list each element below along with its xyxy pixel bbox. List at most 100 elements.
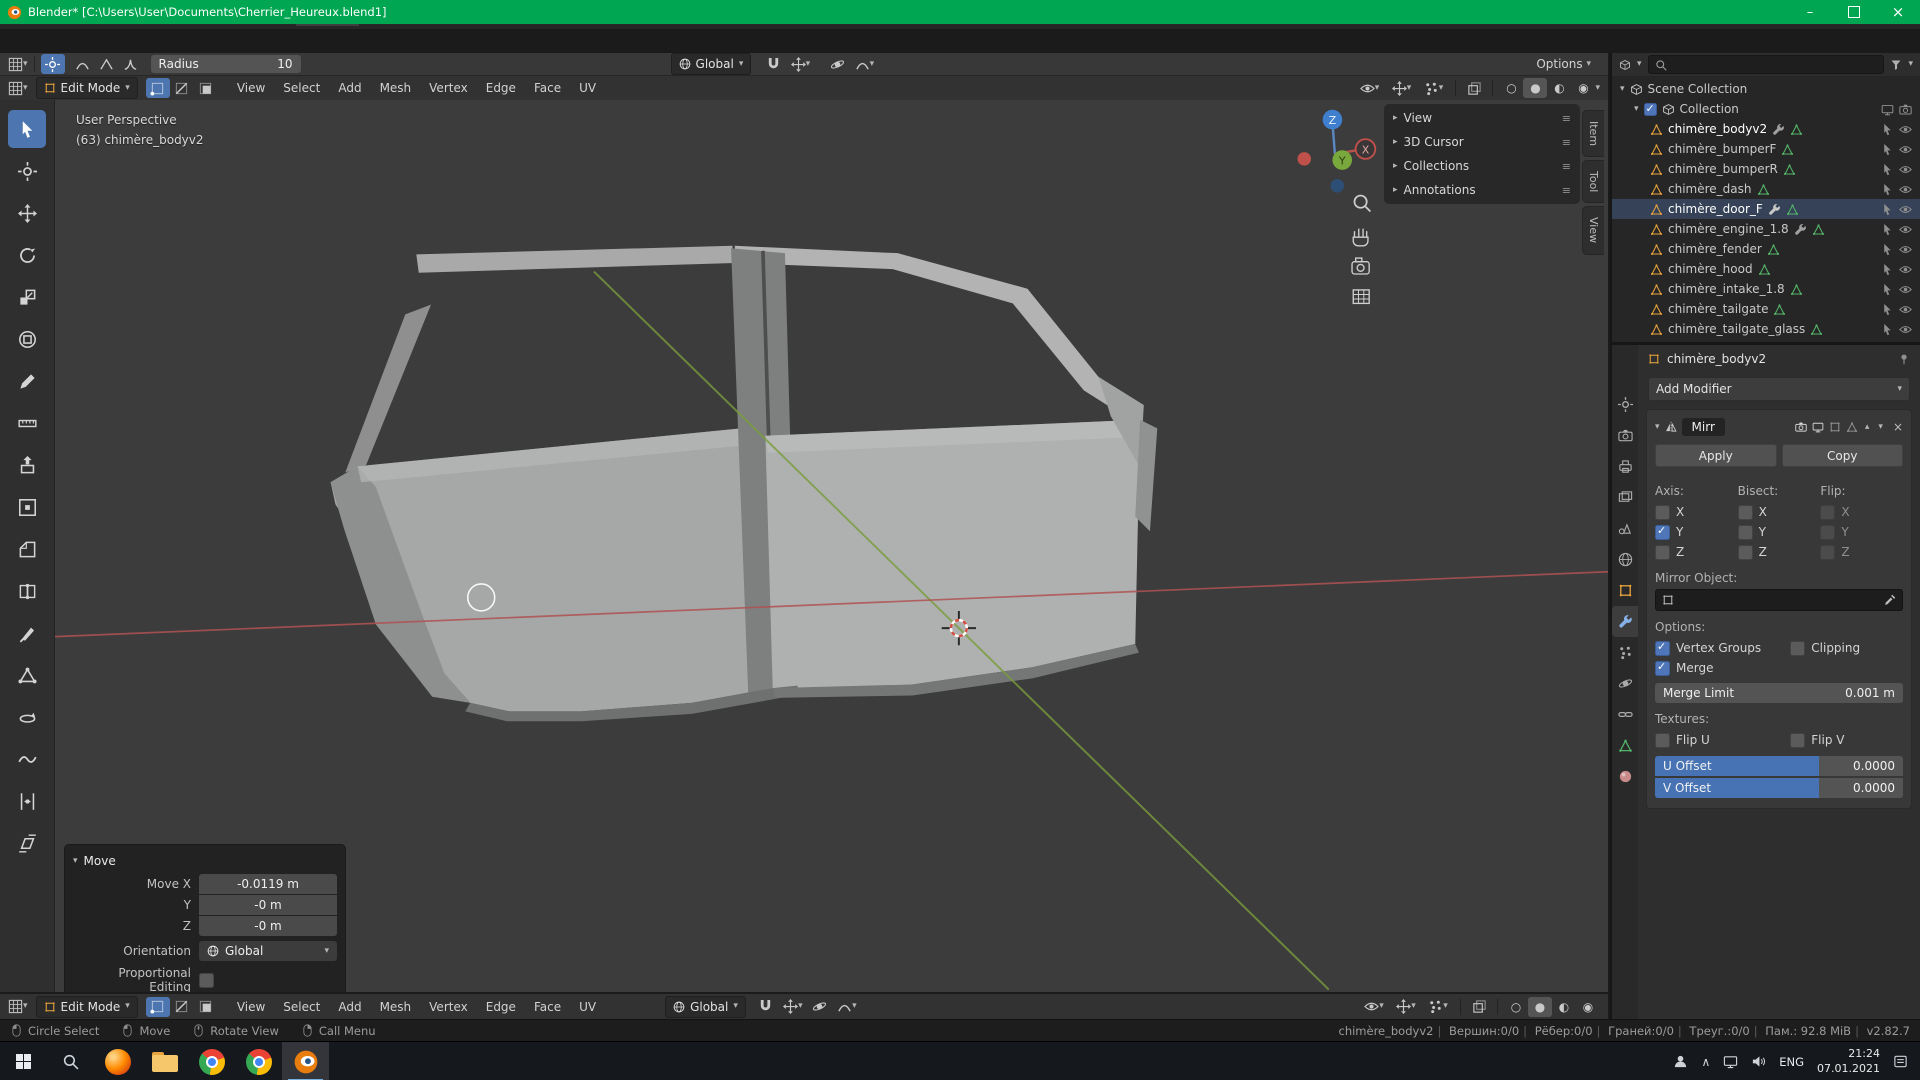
flip-z-checkbox[interactable] [1820, 545, 1835, 560]
camera-view-icon[interactable] [1352, 258, 1369, 274]
tool-measure-icon[interactable] [8, 404, 46, 442]
hide-eye-icon[interactable] [1899, 283, 1912, 296]
modifier-render-toggle[interactable] [1795, 421, 1807, 433]
move-up-icon[interactable]: ▴ [1863, 423, 1872, 432]
select-mode-edge-button[interactable] [170, 78, 194, 98]
outliner-item-dash[interactable]: chimère_dash [1612, 179, 1920, 199]
select-mode-vertex-button[interactable] [146, 78, 170, 98]
hide-eye-icon[interactable] [1899, 263, 1912, 276]
hide-eye-icon[interactable] [1899, 223, 1912, 236]
taskbar-explorer-icon[interactable] [141, 1042, 188, 1080]
menu-vertex[interactable]: Vertex [420, 994, 477, 1019]
outliner-item-bodyv2[interactable]: chimère_bodyv2 [1612, 119, 1920, 139]
apply-button[interactable]: Apply [1655, 444, 1777, 467]
selectable-icon[interactable] [1881, 203, 1894, 216]
taskbar-chrome2-icon[interactable] [235, 1042, 282, 1080]
outliner-row-collection[interactable]: ▾ Collection [1612, 99, 1920, 119]
tool-edge-slide-icon[interactable] [8, 782, 46, 820]
modifier-wrench-icon[interactable] [1768, 203, 1781, 216]
eyedropper-icon[interactable] [1884, 594, 1896, 606]
outliner-item-engine[interactable]: chimère_engine_1.8 [1612, 219, 1920, 239]
taskbar-blender-icon[interactable] [282, 1042, 329, 1080]
volume-icon[interactable] [1751, 1054, 1766, 1069]
npanel-section-collections[interactable]: ▸Collections≡ [1384, 154, 1580, 178]
outliner-item-bumperf[interactable]: chimère_bumperF [1612, 139, 1920, 159]
tool-inset-icon[interactable] [8, 488, 46, 526]
menu-uv[interactable]: UV [570, 76, 605, 100]
tool-settings-editor-icon[interactable] [8, 57, 23, 72]
selectable-icon[interactable] [1881, 163, 1894, 176]
hide-eye-icon[interactable] [1899, 203, 1912, 216]
outliner-editor-icon[interactable] [1619, 59, 1631, 71]
hide-eye-icon[interactable] [1899, 123, 1912, 136]
merge-limit-field[interactable]: Merge Limit 0.001 m [1655, 683, 1903, 703]
outliner-search-box[interactable] [1648, 55, 1885, 74]
camera-icon[interactable] [1899, 103, 1912, 116]
menu-select[interactable]: Select [274, 994, 329, 1019]
selectable-icon[interactable] [1881, 323, 1894, 336]
merge-checkbox[interactable] [1655, 661, 1670, 676]
minimize-button[interactable]: – [1788, 0, 1832, 24]
shading-solid-button[interactable]: ● [1528, 997, 1552, 1017]
taskbar-search-icon[interactable] [47, 1042, 94, 1080]
menu-mesh[interactable]: Mesh [371, 76, 421, 100]
selectable-icon[interactable] [1881, 283, 1894, 296]
overlays-dropdown[interactable]: ▾ [1417, 78, 1449, 98]
menu-add[interactable]: Add [329, 76, 370, 100]
gizmos-dropdown[interactable]: ▾ [1385, 78, 1417, 98]
object-visibility-dropdown[interactable]: ▾ [1358, 997, 1390, 1017]
outliner-item-door-f[interactable]: chimère_door_F [1612, 199, 1920, 219]
falloff-dome-button[interactable] [71, 54, 95, 74]
tool-smooth-icon[interactable] [8, 740, 46, 778]
maximize-button[interactable] [1832, 0, 1876, 24]
taskbar-firefox-icon[interactable] [94, 1042, 141, 1080]
tool-extrude-icon[interactable] [8, 446, 46, 484]
hide-eye-icon[interactable] [1899, 303, 1912, 316]
shading-solid-button[interactable]: ● [1523, 78, 1547, 98]
tab-object[interactable] [1612, 575, 1638, 606]
active-tool-circle-select-icon[interactable] [41, 54, 65, 74]
tab-view-layer[interactable] [1612, 482, 1638, 513]
menu-edge[interactable]: Edge [477, 994, 525, 1019]
tray-expand-chevron[interactable]: ∧ [1701, 1055, 1710, 1069]
proportional-editing-toggle[interactable] [825, 54, 849, 74]
tool-cursor-icon[interactable] [8, 152, 46, 190]
tab-constraints[interactable] [1612, 699, 1638, 730]
tool-rotate-icon[interactable] [8, 236, 46, 274]
tool-loopcut-icon[interactable] [8, 572, 46, 610]
clipping-checkbox[interactable] [1790, 641, 1805, 656]
nav-gizmo[interactable]: Z X Y [1298, 110, 1376, 193]
tab-world[interactable] [1612, 544, 1638, 575]
pan-hand-icon[interactable] [1353, 229, 1368, 246]
npanel-tab-view[interactable]: View [1582, 206, 1604, 254]
move-z-field[interactable]: -0 m [199, 916, 337, 936]
tool-bevel-icon[interactable] [8, 530, 46, 568]
flip-x-checkbox[interactable] [1820, 505, 1835, 520]
bisect-z-checkbox[interactable] [1738, 545, 1753, 560]
tab-scene[interactable] [1612, 513, 1638, 544]
hide-eye-icon[interactable] [1899, 163, 1912, 176]
action-center-icon[interactable] [1893, 1054, 1908, 1069]
snap-toggle-button[interactable] [761, 54, 785, 74]
proportional-falloff-dropdown[interactable]: ▾ [832, 997, 862, 1017]
mode-dropdown[interactable]: Edit Mode ▾ [36, 996, 138, 1018]
select-mode-face-button[interactable] [194, 78, 218, 98]
outliner-item-fender[interactable]: chimère_fender [1612, 239, 1920, 259]
network-icon[interactable] [1723, 1054, 1738, 1069]
radius-field[interactable]: Radius 10 [151, 55, 301, 73]
operator-panel-header[interactable]: ▾ Move [73, 850, 337, 872]
tab-render[interactable] [1612, 420, 1638, 451]
chevron-down-icon[interactable]: ▾ [1655, 423, 1660, 432]
menu-face[interactable]: Face [525, 994, 570, 1019]
menu-mesh[interactable]: Mesh [371, 994, 421, 1019]
snap-toggle-button[interactable] [754, 997, 778, 1017]
tab-material[interactable] [1612, 761, 1638, 792]
shading-wireframe-button[interactable]: ○ [1504, 997, 1528, 1017]
npanel-tab-tool[interactable]: Tool [1582, 160, 1604, 203]
falloff-sharp-button[interactable] [119, 54, 143, 74]
editor-type-icon[interactable] [8, 81, 23, 96]
tool-annotate-icon[interactable] [8, 362, 46, 400]
selectable-icon[interactable] [1881, 303, 1894, 316]
options-dropdown[interactable]: Options ▾ [1527, 53, 1600, 75]
menu-edge[interactable]: Edge [477, 76, 525, 100]
